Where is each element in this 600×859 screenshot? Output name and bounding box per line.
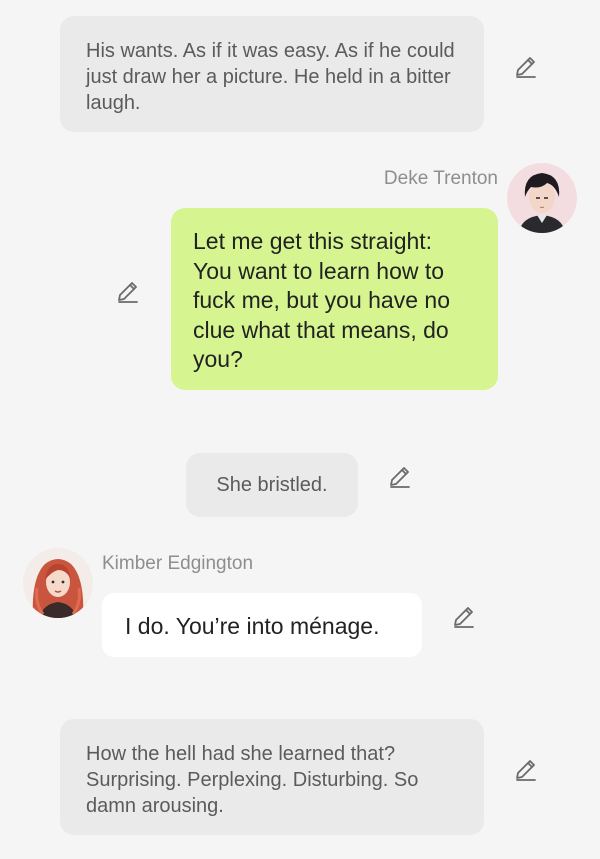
narration-bubble: She bristled. <box>186 453 358 517</box>
dialogue-bubble-kimber: I do. You’re into ménage. <box>102 593 422 657</box>
male-character-avatar[interactable] <box>507 163 577 233</box>
pencil-edit-icon[interactable] <box>512 53 540 81</box>
speaker-name-kimber: Kimber Edgington <box>102 553 254 574</box>
pencil-edit-icon[interactable] <box>450 603 478 631</box>
pencil-edit-icon[interactable] <box>386 463 414 491</box>
narration-text: How the hell had she learned that? Surpr… <box>86 743 419 817</box>
narration-text: His wants. As if it was easy. As if he c… <box>86 40 455 114</box>
speaker-name-deke: Deke Trenton <box>383 168 498 189</box>
narration-bubble: His wants. As if it was easy. As if he c… <box>60 16 484 132</box>
narration-bubble: How the hell had she learned that? Surpr… <box>60 719 484 835</box>
female-character-avatar[interactable] <box>23 548 93 618</box>
pencil-edit-icon[interactable] <box>114 278 142 306</box>
narration-text: She bristled. <box>216 474 328 496</box>
dialogue-bubble-deke: Let me get this straight: You want to le… <box>171 208 498 390</box>
dialogue-text: I do. You’re into ménage. <box>125 613 380 639</box>
pencil-edit-icon[interactable] <box>512 756 540 784</box>
dialogue-text: Let me get this straight: You want to le… <box>193 228 450 372</box>
